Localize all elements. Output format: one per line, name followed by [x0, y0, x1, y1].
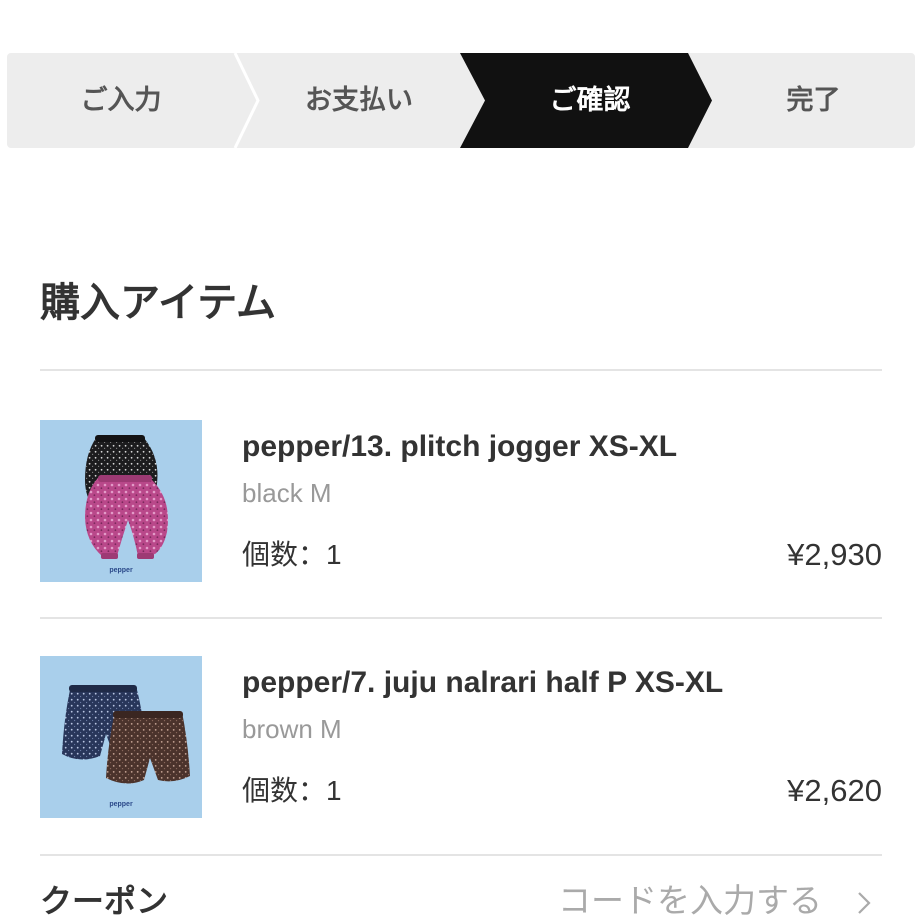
step-complete: 完了: [786, 85, 841, 115]
item-price: ¥2,930: [787, 537, 882, 572]
item-name: pepper/13. plitch jogger XS-XL: [242, 430, 678, 463]
product-thumbnail: pepper: [40, 420, 202, 582]
item-quantity: 個数：1: [242, 537, 342, 573]
quantity-label: 個数：: [242, 775, 327, 806]
coupon-code-entry-link[interactable]: コードを入力する: [558, 883, 822, 919]
divider: [40, 617, 882, 619]
step-confirm: ご確認: [549, 85, 631, 115]
purchase-item: pepper pepper/13. plitch jogger XS-XL bl…: [40, 420, 882, 582]
checkout-step-indicator: ご入力 お支払い ご確認 完了: [7, 53, 915, 148]
divider: [40, 854, 882, 856]
divider: [40, 369, 882, 371]
item-variant: black M: [242, 478, 332, 508]
quantity-label: 個数：: [242, 539, 327, 570]
step-separator-chevron: [233, 53, 260, 148]
quantity-value: 1: [326, 539, 342, 570]
thumbnail-logo: pepper: [109, 567, 133, 574]
coupon-label: クーポン: [40, 883, 169, 919]
item-name: pepper/7. juju nalrari half P XS-XL: [242, 666, 724, 699]
step-input: ご入力: [80, 85, 162, 115]
item-price: ¥2,620: [787, 773, 882, 808]
chevron-right-icon[interactable]: [856, 890, 872, 916]
step-payment: お支払い: [305, 85, 413, 115]
purchase-item: pepper pepper/7. juju nalrari half P XS-…: [40, 656, 882, 818]
purchase-items-title: 購入アイテム: [40, 281, 276, 325]
coupon-row[interactable]: クーポン コードを入力する: [0, 880, 920, 920]
quantity-value: 1: [326, 775, 342, 806]
thumbnail-logo: pepper: [109, 801, 133, 808]
item-variant: brown M: [242, 714, 342, 744]
item-quantity: 個数：1: [242, 773, 342, 809]
checkout-confirm-page: ご入力 お支払い ご確認 完了 購入アイテム pepper pepper/13.…: [0, 0, 920, 920]
product-thumbnail: pepper: [40, 656, 202, 818]
